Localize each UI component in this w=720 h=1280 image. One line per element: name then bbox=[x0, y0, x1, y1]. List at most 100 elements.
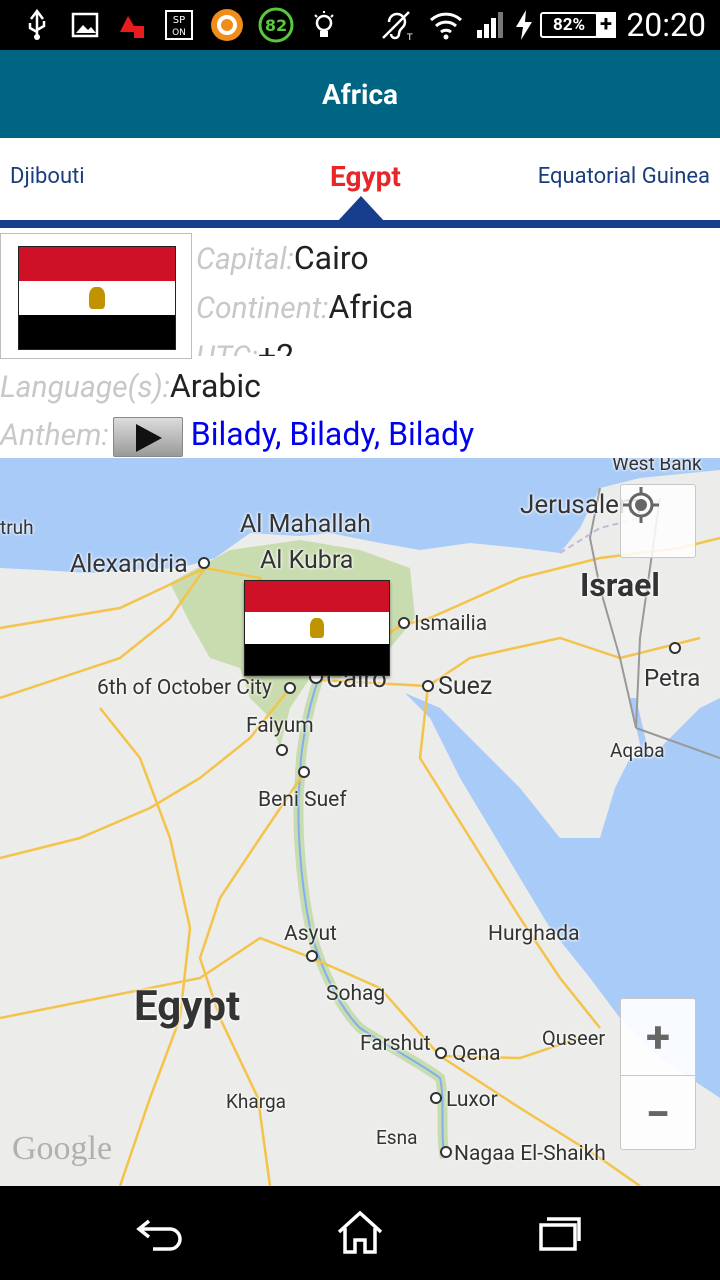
google-attribution: Google bbox=[12, 1130, 113, 1167]
info-scroll-area: Capital:Cairo Continent:Africa UTC:+2 bbox=[196, 238, 716, 356]
back-button[interactable] bbox=[130, 1208, 190, 1258]
map-label-al-mahallah: Al Mahallah bbox=[240, 510, 371, 539]
badge-text: 82 bbox=[265, 16, 287, 35]
battery-badge-icon: 82 bbox=[258, 7, 294, 43]
crosshair-icon bbox=[623, 487, 659, 523]
home-icon bbox=[337, 1210, 383, 1254]
wifi-icon bbox=[428, 8, 464, 42]
map-label-petra: Petra bbox=[644, 664, 701, 692]
map-label-ismailia: Ismailia bbox=[414, 612, 488, 636]
clock: 20:20 bbox=[626, 6, 706, 44]
zoom-controls: + − bbox=[620, 998, 696, 1150]
svg-text:SP: SP bbox=[173, 15, 185, 26]
tab-previous-country[interactable]: Djibouti bbox=[10, 164, 85, 189]
tab-current-country[interactable]: Egypt bbox=[330, 160, 401, 193]
map-label-asyut: Asyut bbox=[284, 922, 337, 946]
anthem-link[interactable]: Bilady, Bilady, Bilady bbox=[191, 415, 474, 453]
usb-icon bbox=[22, 8, 52, 42]
map-label-luxor: Luxor bbox=[446, 1088, 498, 1112]
language-value: Arabic bbox=[169, 367, 261, 405]
map-marker-suez bbox=[422, 680, 434, 692]
svg-text:ON: ON bbox=[172, 28, 186, 38]
country-info: Capital:Cairo Continent:Africa UTC:+2 La… bbox=[0, 228, 720, 458]
page-title: Africa bbox=[321, 77, 399, 111]
charging-icon bbox=[512, 8, 536, 42]
map-label-quseer: Quseer bbox=[542, 1026, 606, 1050]
map-flag-eagle-icon bbox=[310, 617, 324, 638]
anthem-label: Anthem: bbox=[0, 418, 109, 453]
map-marker-beni-suef bbox=[298, 766, 310, 778]
map-label-aqaba: Aqaba bbox=[610, 739, 665, 762]
capital-label: Capital: bbox=[196, 242, 294, 277]
eagle-emblem-icon bbox=[89, 287, 105, 309]
map-marker-nagaa-el-shaikh bbox=[440, 1146, 452, 1158]
capital-value: Cairo bbox=[293, 239, 369, 277]
map-label-al-kubra: Al Kubra bbox=[260, 546, 354, 575]
battery-plus-icon: + bbox=[596, 12, 616, 38]
avast-icon bbox=[210, 8, 244, 42]
map-label-matruh: truh bbox=[0, 516, 34, 539]
play-anthem-button[interactable] bbox=[112, 416, 183, 457]
language-row: Language(s):Arabic bbox=[0, 366, 261, 408]
svg-text:T: T bbox=[406, 33, 413, 42]
lightbulb-icon bbox=[310, 8, 338, 42]
map-label-nagaa-el-shaikh: Nagaa El-Shaikh bbox=[454, 1142, 606, 1166]
map-view[interactable]: West Bank Jerusalem truh Al Mahallah Al … bbox=[0, 458, 720, 1186]
recent-apps-button[interactable] bbox=[530, 1208, 590, 1258]
battery-indicator: 82% bbox=[540, 12, 598, 38]
map-marker-qena bbox=[435, 1047, 447, 1059]
status-bar: SP ON 82 T 82% + 20:20 bbox=[0, 0, 720, 50]
egypt-flag bbox=[18, 246, 176, 350]
map-label-sohag: Sohag bbox=[326, 982, 386, 1006]
map-label-faiyum: Faiyum bbox=[246, 714, 314, 738]
map-label-kharga: Kharga bbox=[226, 1090, 286, 1113]
recent-apps-icon bbox=[539, 1217, 581, 1251]
back-icon bbox=[136, 1219, 182, 1251]
map-label-alexandria: Alexandria bbox=[70, 550, 188, 579]
navigation-bar bbox=[0, 1186, 720, 1280]
tab-underline bbox=[0, 220, 720, 228]
continent-label: Continent: bbox=[196, 291, 329, 326]
sp-on-icon: SP ON bbox=[164, 8, 194, 42]
flag-frame bbox=[0, 233, 192, 359]
country-tab-strip: Djibouti Egypt Equatorial Guinea bbox=[0, 138, 720, 228]
map-label-esna: Esna bbox=[376, 1126, 418, 1149]
my-location-button[interactable] bbox=[620, 484, 696, 558]
utc-label: UTC: bbox=[196, 340, 258, 356]
map-marker-luxor bbox=[430, 1092, 442, 1104]
map-marker-faiyum bbox=[276, 744, 288, 756]
capital-row: Capital:Cairo bbox=[196, 238, 369, 280]
language-label: Language(s): bbox=[0, 370, 170, 405]
zoom-out-button[interactable]: − bbox=[621, 1075, 695, 1151]
tab-next-country[interactable]: Equatorial Guinea bbox=[538, 164, 710, 189]
map-label-suez: Suez bbox=[438, 672, 493, 701]
title-bar: Africa bbox=[0, 50, 720, 138]
map-label-egypt: Egypt bbox=[134, 982, 241, 1031]
utc-value: +2 bbox=[257, 337, 295, 356]
map-marker-asyut bbox=[306, 950, 318, 962]
map-label-west-bank: West Bank bbox=[612, 458, 702, 475]
map-label-6th-october-city: 6th of October City bbox=[97, 676, 272, 700]
map-label-israel: Israel bbox=[580, 566, 660, 604]
upload-arrow-icon bbox=[116, 8, 148, 42]
map-marker-6th-october-city bbox=[284, 682, 296, 694]
signal-icon bbox=[474, 8, 506, 42]
zoom-in-button[interactable]: + bbox=[621, 999, 695, 1075]
utc-row: UTC:+2 bbox=[196, 336, 294, 356]
map-marker-ismailia bbox=[398, 617, 410, 629]
map-marker-alexandria bbox=[198, 557, 210, 569]
continent-value: Africa bbox=[328, 288, 414, 326]
map-flag-marker[interactable] bbox=[244, 580, 390, 676]
map-label-farshut: Farshut bbox=[360, 1032, 431, 1056]
home-button[interactable] bbox=[330, 1208, 390, 1258]
image-icon bbox=[70, 8, 100, 42]
map-label-hurghada: Hurghada bbox=[488, 922, 580, 946]
anthem-row: Anthem: Bilady, Bilady, Bilady bbox=[0, 414, 474, 457]
map-marker-petra bbox=[669, 642, 681, 654]
screen: SP ON 82 T 82% + 20:20 Africa Djibouti E… bbox=[0, 0, 720, 1280]
hearing-icon: T bbox=[378, 8, 414, 42]
tab-indicator-arrow bbox=[337, 196, 385, 222]
map-label-qena: Qena bbox=[452, 1042, 501, 1066]
continent-row: Continent:Africa bbox=[196, 287, 413, 329]
map-label-beni-suef: Beni Suef bbox=[258, 788, 347, 812]
